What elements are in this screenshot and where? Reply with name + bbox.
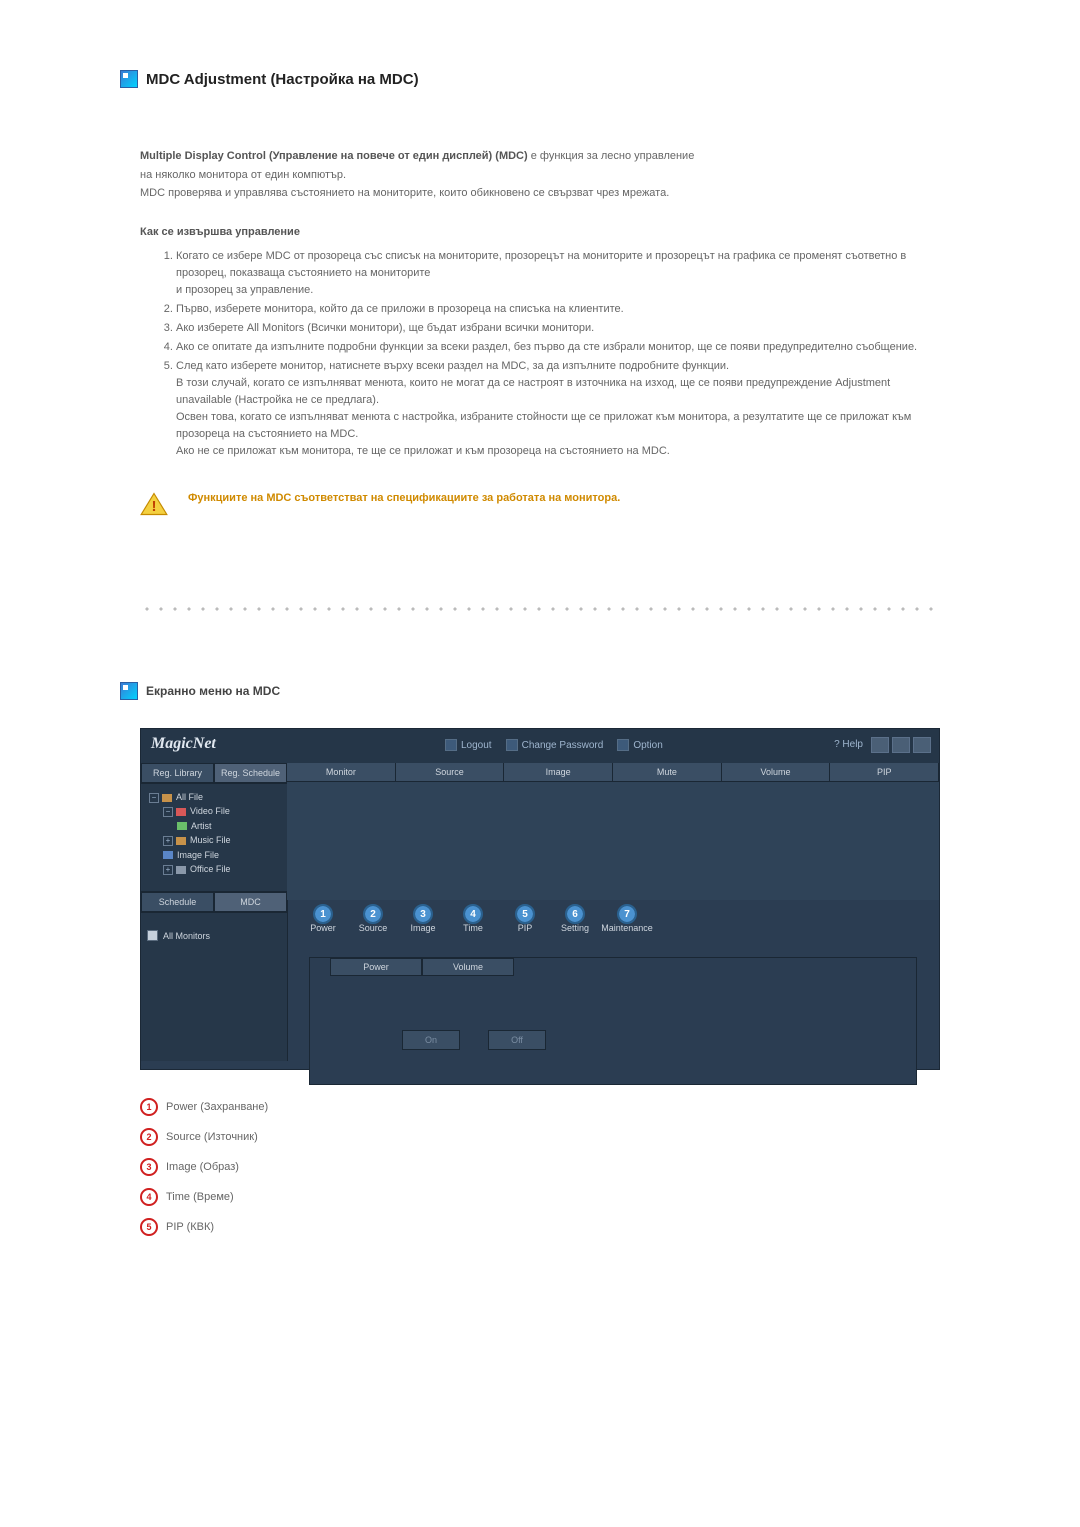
- control-panel: Power Volume On Off: [309, 957, 917, 1085]
- tree-item[interactable]: +Office File: [149, 862, 279, 876]
- step-item: Първо, изберете монитора, който да се пр…: [176, 301, 940, 318]
- section-heading: MDC Adjustment (Настройка на MDC): [120, 70, 960, 88]
- intro-paragraph: Multiple Display Control (Управление на …: [140, 148, 940, 202]
- step-item: Ако се опитате да изпълните подробни фун…: [176, 339, 940, 356]
- legend-item: 5PIP (КВК): [140, 1218, 940, 1236]
- monitor-icon: [120, 682, 138, 700]
- steps-list: Когато се избере MDC от прозореца със сп…: [156, 248, 940, 461]
- window-close-button[interactable]: [913, 737, 931, 753]
- legend-item: 1Power (Захранване): [140, 1098, 940, 1116]
- legend-item: 3Image (Образ): [140, 1158, 940, 1176]
- tree-item[interactable]: −Video File: [149, 804, 279, 818]
- tab-mdc[interactable]: MDC: [214, 892, 287, 912]
- col-pip: PIP: [830, 763, 939, 781]
- monitor-grid-header: Monitor Source Image Mute Volume PIP: [287, 763, 939, 782]
- function-button-row: 1Power 2Source 3Image 4Time 5PIP 6Settin…: [287, 906, 939, 930]
- intro-bold: Multiple Display Control (Управление на …: [140, 150, 528, 162]
- warning-icon: !: [140, 492, 168, 516]
- pip-button[interactable]: 5PIP: [499, 906, 551, 933]
- tree-item[interactable]: +Music File: [149, 833, 279, 847]
- tab-schedule[interactable]: Schedule: [141, 892, 214, 912]
- tab-reg-schedule[interactable]: Reg. Schedule: [214, 763, 287, 783]
- intro-line3: MDC проверява и управлява състоянието на…: [140, 185, 940, 202]
- monitor-icon: [120, 70, 138, 88]
- warning-text: Функциите на MDC съответстват на специфи…: [188, 490, 620, 507]
- tree-item[interactable]: Image File: [149, 848, 279, 862]
- tree-item[interactable]: Artist: [149, 819, 279, 833]
- monitor-grid-body: [287, 782, 939, 900]
- legend-list: 1Power (Захранване) 2Source (Източник) 3…: [140, 1098, 940, 1236]
- cp-volume-head: Volume: [422, 958, 514, 976]
- source-button[interactable]: 2Source: [347, 906, 399, 933]
- tab-reg-library[interactable]: Reg. Library: [141, 763, 214, 783]
- col-source: Source: [396, 763, 505, 781]
- tree-root[interactable]: −All File: [149, 790, 279, 804]
- legend-item: 2Source (Източник): [140, 1128, 940, 1146]
- time-button[interactable]: 4Time: [447, 906, 499, 933]
- step-item: Ако изберете All Monitors (Всички монито…: [176, 320, 940, 337]
- intro-line2: на няколко монитора от един компютър.: [140, 167, 940, 184]
- svg-text:!: !: [151, 498, 156, 515]
- col-image: Image: [504, 763, 613, 781]
- col-mute: Mute: [613, 763, 722, 781]
- window-min-button[interactable]: [871, 737, 889, 753]
- col-volume: Volume: [722, 763, 831, 781]
- subsection-heading: Екранно меню на MDC: [120, 682, 960, 700]
- cp-power-head: Power: [330, 958, 422, 976]
- app-brand: MagicNet: [151, 735, 216, 753]
- warning-row: ! Функциите на MDC съответстват на специ…: [140, 490, 940, 516]
- power-button[interactable]: 1Power: [297, 906, 349, 933]
- intro-after: е функция за лесно управление: [528, 150, 695, 162]
- maintenance-button[interactable]: 7Maintenance: [601, 906, 653, 933]
- setting-button[interactable]: 6Setting: [549, 906, 601, 933]
- logout-button[interactable]: Logout: [445, 739, 492, 751]
- option-button[interactable]: Option: [617, 739, 662, 751]
- image-button[interactable]: 3Image: [397, 906, 449, 933]
- help-button[interactable]: ? Help: [834, 739, 863, 750]
- col-monitor: Monitor: [287, 763, 396, 781]
- subheading-title: Екранно меню на MDC: [146, 684, 280, 698]
- all-monitors-checkbox[interactable]: All Monitors: [147, 930, 210, 941]
- step-item: Когато се избере MDC от прозореца със сп…: [176, 248, 940, 299]
- window-max-button[interactable]: [892, 737, 910, 753]
- app-screenshot: MagicNet Logout Change Password Option ?…: [140, 728, 940, 1070]
- step-item: След като изберете монитор, натиснете въ…: [176, 358, 940, 460]
- change-password-button[interactable]: Change Password: [506, 739, 604, 751]
- off-button[interactable]: Off: [488, 1030, 546, 1050]
- divider-dotted: [140, 606, 940, 612]
- on-button[interactable]: On: [402, 1030, 460, 1050]
- howto-heading: Как се извършва управление: [140, 226, 940, 238]
- legend-item: 4Time (Време): [140, 1188, 940, 1206]
- file-tree: −All File −Video File Artist +Music File…: [141, 784, 287, 882]
- heading-title: MDC Adjustment (Настройка на MDC): [146, 71, 419, 88]
